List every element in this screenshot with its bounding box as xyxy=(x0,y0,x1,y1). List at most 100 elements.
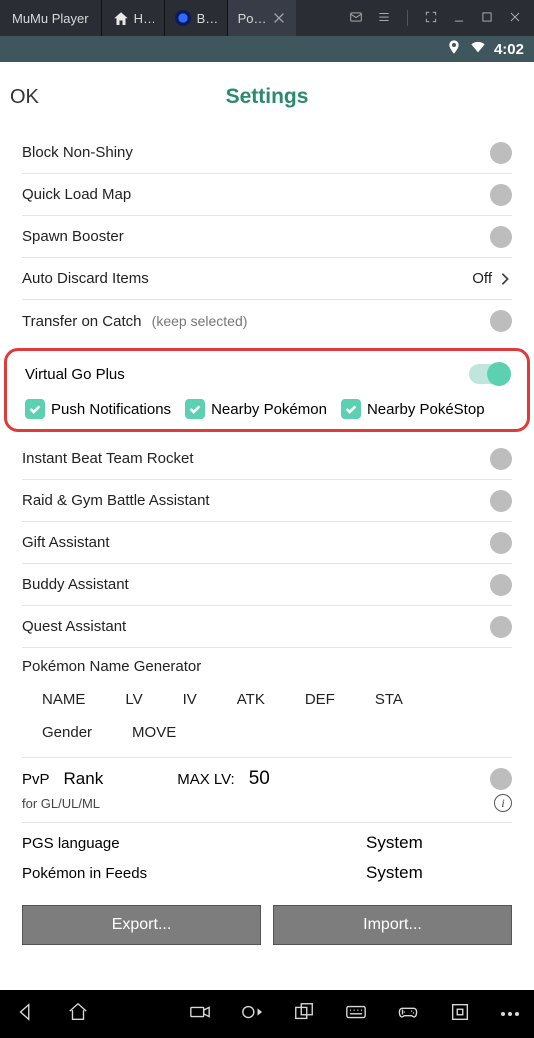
button-label: Import... xyxy=(363,916,422,934)
row-pgs-language[interactable]: PGS languageSystem xyxy=(22,823,512,863)
tab-home[interactable]: H… xyxy=(101,0,164,36)
checkbox-nearby-pokestop[interactable]: Nearby PokéStop xyxy=(341,399,485,419)
tab-bluecircle[interactable]: B… xyxy=(164,0,227,36)
row-virtual-go-plus[interactable]: Virtual Go Plus xyxy=(25,357,509,391)
toggle-off-icon[interactable] xyxy=(490,532,512,554)
fullscreen-icon[interactable] xyxy=(424,10,438,27)
toggle-on-icon[interactable] xyxy=(469,364,509,384)
row-buddy-assistant[interactable]: Buddy Assistant xyxy=(22,564,512,606)
row-label: Gift Assistant xyxy=(22,534,490,551)
toggle-off-icon[interactable] xyxy=(490,574,512,596)
toggle-off-icon[interactable] xyxy=(490,184,512,206)
row-pokemon-in-feeds[interactable]: Pokémon in FeedsSystem xyxy=(22,863,512,893)
pvp-maxlv-label: MAX LV: xyxy=(177,771,235,788)
check-icon xyxy=(25,399,45,419)
col-move[interactable]: MOVE xyxy=(112,716,196,749)
col-def[interactable]: DEF xyxy=(285,683,355,716)
row-auto-discard[interactable]: Auto Discard ItemsOff xyxy=(22,258,512,300)
pvp-sub-label: for GL/UL/ML xyxy=(22,796,100,811)
row-sublabel: (keep selected) xyxy=(152,313,248,329)
chevron-right-icon xyxy=(498,272,512,286)
row-label: Quest Assistant xyxy=(22,618,490,635)
col-atk[interactable]: ATK xyxy=(217,683,285,716)
row-quick-load-map[interactable]: Quick Load Map xyxy=(22,174,512,216)
row-block-nonshiny[interactable]: Block Non-Shiny xyxy=(22,132,512,174)
row-label: Transfer on Catch (keep selected) xyxy=(22,313,490,330)
wifi-icon xyxy=(470,39,486,59)
row-label: Pokémon in Feeds xyxy=(22,865,277,882)
home-icon[interactable] xyxy=(67,1001,89,1028)
row-raid-gym-assistant[interactable]: Raid & Gym Battle Assistant xyxy=(22,480,512,522)
row-label: Spawn Booster xyxy=(22,228,490,245)
row-value: Off xyxy=(472,270,492,287)
multi-window-icon[interactable] xyxy=(293,1001,315,1028)
screenshot-icon[interactable] xyxy=(449,1001,471,1028)
col-name[interactable]: NAME xyxy=(22,683,105,716)
gamepad-icon[interactable] xyxy=(397,1001,419,1028)
import-button[interactable]: Import... xyxy=(273,905,512,945)
location-icon xyxy=(446,39,462,59)
row-name-generator[interactable]: Pokémon Name Generator xyxy=(22,648,512,675)
checkbox-label: Nearby PokéStop xyxy=(367,401,485,418)
row-label: Instant Beat Team Rocket xyxy=(22,450,490,467)
play-settings-icon[interactable] xyxy=(241,1001,263,1028)
ok-button[interactable]: OK xyxy=(10,86,39,109)
more-icon[interactable] xyxy=(501,1012,519,1016)
back-icon[interactable] xyxy=(15,1001,37,1028)
phone-screen: 4:02 OK Settings Skip Cutscenes Block No… xyxy=(0,36,534,990)
page-title: Settings xyxy=(0,85,534,109)
toggle-off-icon[interactable] xyxy=(490,142,512,164)
checkbox-label: Nearby Pokémon xyxy=(211,401,327,418)
toggle-off-icon[interactable] xyxy=(490,226,512,248)
android-statusbar: 4:02 xyxy=(0,36,534,62)
row-gift-assistant[interactable]: Gift Assistant xyxy=(22,522,512,564)
mail-icon[interactable] xyxy=(349,10,363,27)
col-iv[interactable]: IV xyxy=(163,683,217,716)
settings-list[interactable]: Skip Cutscenes Block Non-Shiny Quick Loa… xyxy=(0,132,534,990)
row-quest-assistant[interactable]: Quest Assistant xyxy=(22,606,512,648)
row-label: Buddy Assistant xyxy=(22,576,490,593)
maximize-icon[interactable] xyxy=(480,10,494,27)
col-lv[interactable]: LV xyxy=(105,683,162,716)
close-icon[interactable] xyxy=(508,10,522,27)
info-icon[interactable]: i xyxy=(494,794,512,812)
checkbox-nearby-pokemon[interactable]: Nearby Pokémon xyxy=(185,399,327,419)
row-label: Pokémon Name Generator xyxy=(22,658,201,675)
col-sta[interactable]: STA xyxy=(355,683,423,716)
pvp-label: PvP xyxy=(22,771,50,788)
col-gender[interactable]: Gender xyxy=(22,716,112,749)
row-spawn-booster[interactable]: Spawn Booster xyxy=(22,216,512,258)
row-label: Quick Load Map xyxy=(22,186,490,203)
checkbox-push-notifications[interactable]: Push Notifications xyxy=(25,399,171,419)
emulator-titlebar: MuMu Player H… B… Po… xyxy=(0,0,534,36)
toggle-off-icon[interactable] xyxy=(490,310,512,332)
emulator-name-text: MuMu Player xyxy=(12,11,89,26)
row-label: Raid & Gym Battle Assistant xyxy=(22,492,490,509)
row-transfer-on-catch[interactable]: Transfer on Catch (keep selected) xyxy=(22,300,512,342)
export-button[interactable]: Export... xyxy=(22,905,261,945)
button-label: Export... xyxy=(112,916,172,934)
virtual-go-plus-block: Virtual Go Plus Push Notifications Nearb… xyxy=(4,348,530,432)
menu-icon[interactable] xyxy=(377,10,391,27)
emulator-navbar xyxy=(0,990,534,1038)
toggle-off-icon[interactable] xyxy=(490,616,512,638)
row-label: PGS language xyxy=(22,835,277,852)
tab-label: Po… xyxy=(238,11,267,26)
record-icon[interactable] xyxy=(189,1001,211,1028)
tab-active[interactable]: Po… xyxy=(227,0,297,36)
toggle-off-icon[interactable] xyxy=(490,490,512,512)
minimize-icon[interactable] xyxy=(452,10,466,27)
toggle-off-icon[interactable] xyxy=(490,768,512,790)
toggle-off-icon[interactable] xyxy=(490,448,512,470)
keyboard-icon[interactable] xyxy=(345,1001,367,1028)
row-label: Auto Discard Items xyxy=(22,270,472,287)
name-generator-columns: NAME LV IV ATK DEF STA Gender MOVE xyxy=(22,675,512,758)
checkbox-label: Push Notifications xyxy=(51,401,171,418)
blue-circle-icon xyxy=(175,10,191,26)
close-icon[interactable] xyxy=(272,11,286,25)
tab-label: B… xyxy=(197,11,217,26)
row-instant-beat-rocket[interactable]: Instant Beat Team Rocket xyxy=(22,438,512,480)
clock-text: 4:02 xyxy=(494,41,524,58)
row-label: Block Non-Shiny xyxy=(22,144,490,161)
row-pvp[interactable]: PvP Rank MAX LV: 50 xyxy=(22,758,512,790)
